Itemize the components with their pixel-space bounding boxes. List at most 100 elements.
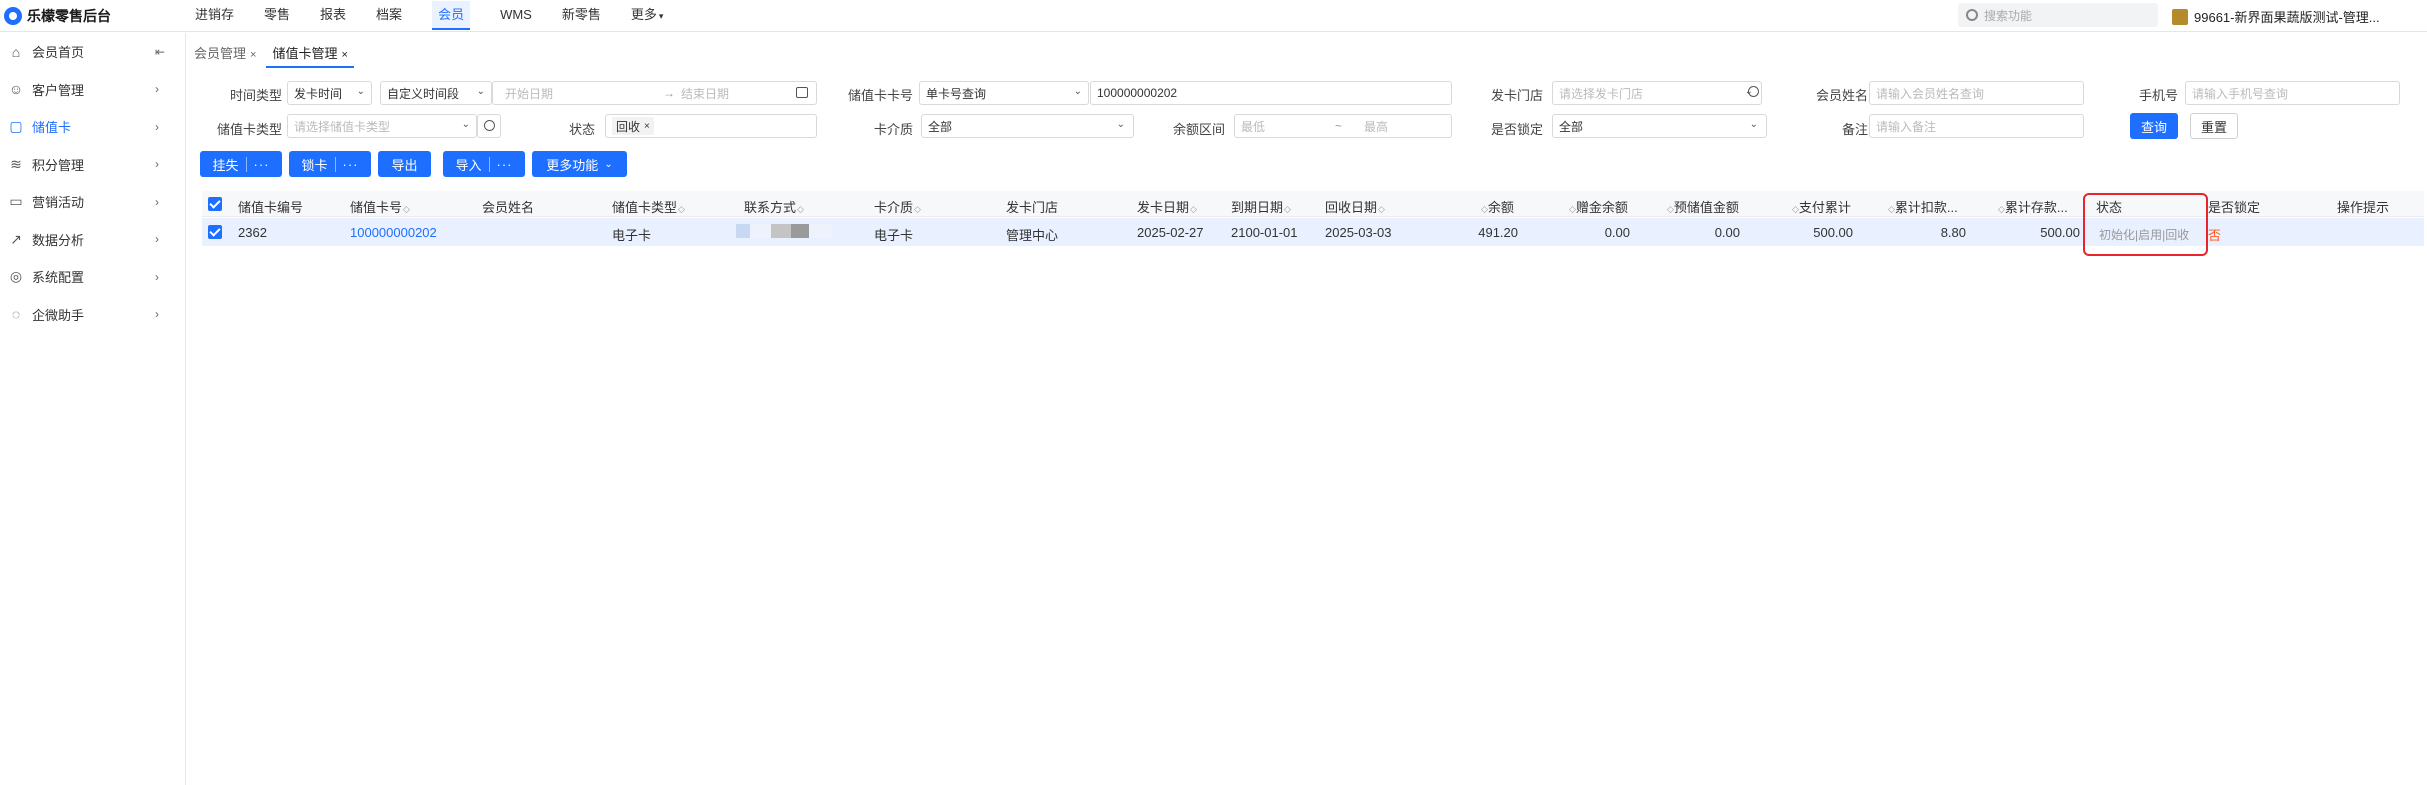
column-header[interactable]: ◇余额	[1480, 197, 1514, 216]
column-header[interactable]: 储值卡号◇	[350, 197, 410, 216]
report-loss-more-button[interactable]: ···	[245, 156, 270, 172]
query-button[interactable]: 查询	[2130, 113, 2178, 139]
lock-card-more-button[interactable]: ···	[334, 156, 359, 172]
card-type-search-button[interactable]	[477, 114, 501, 138]
medium-select[interactable]: 全部 ⌄	[921, 114, 1134, 138]
brand[interactable]: 乐檬零售后台	[4, 6, 111, 26]
sidebar-item-analytics[interactable]: ↗ 数据分析 ›	[0, 221, 185, 259]
nav-item-reports[interactable]: 报表	[305, 0, 361, 32]
member-name-label: 会员姓名	[1815, 88, 1868, 103]
nav-item-archive[interactable]: 档案	[361, 0, 417, 32]
status-select[interactable]: 回收 ×	[605, 114, 817, 138]
column-header[interactable]: 储值卡编号	[238, 197, 303, 216]
top-bar: 乐檬零售后台 进销存 零售 报表 档案 会员 WMS 新零售 更多 ▾ 搜索功能 …	[0, 0, 2427, 32]
tab-member-management[interactable]: 会员管理 ×	[188, 42, 262, 68]
column-header[interactable]: ◇累计扣款...	[1887, 197, 1958, 216]
sort-icon[interactable]: ◇	[1378, 204, 1385, 214]
nav-item-retail[interactable]: 零售	[249, 0, 305, 32]
tab-stored-value-card-management[interactable]: 储值卡管理 ×	[266, 42, 354, 68]
chevron-right-icon: ›	[155, 269, 159, 284]
column-header[interactable]: ◇预储值金额	[1666, 197, 1739, 216]
balance-range-input[interactable]: 最低 ~ 最高	[1234, 114, 1452, 138]
more-functions-button[interactable]: 更多功能 ⌄	[532, 151, 627, 177]
nav-item-member[interactable]: 会员	[417, 0, 485, 32]
column-header[interactable]: 操作提示	[2337, 197, 2389, 216]
sort-icon[interactable]: ◇	[914, 204, 921, 214]
column-header[interactable]: 发卡日期◇	[1137, 197, 1197, 216]
locked-cell: 否	[2208, 228, 2222, 243]
column-header[interactable]: 回收日期◇	[1325, 197, 1385, 216]
column-header[interactable]: 卡介质◇	[874, 197, 921, 216]
column-header[interactable]: 发卡门店	[1006, 197, 1058, 216]
user-info[interactable]: 99661-新界面果蔬版测试-管理...	[2172, 7, 2380, 26]
import-button[interactable]: 导入 ···	[443, 151, 525, 177]
column-header[interactable]: 会员姓名	[482, 197, 534, 216]
chevron-right-icon: ›	[155, 232, 159, 247]
sort-icon[interactable]: ◇	[1667, 204, 1674, 214]
phone-input[interactable]: 请输入手机号查询	[2185, 81, 2400, 105]
sort-icon[interactable]: ◇	[1998, 204, 2005, 214]
chart-icon: ↗	[10, 230, 22, 247]
sort-icon[interactable]: ◇	[403, 204, 410, 214]
column-header[interactable]: ◇支付累计	[1791, 197, 1851, 216]
nav-item-inventory[interactable]: 进销存	[180, 0, 249, 32]
lock-card-button[interactable]: 锁卡 ···	[289, 151, 371, 177]
import-more-button[interactable]: ···	[488, 156, 513, 172]
store-select[interactable]: 请选择发卡门店 ⌄	[1552, 81, 1762, 105]
calendar-icon	[796, 87, 808, 98]
close-icon[interactable]: ×	[644, 121, 650, 132]
remark-input[interactable]: 请输入备注	[1869, 114, 2084, 138]
report-loss-button[interactable]: 挂失 ···	[200, 151, 282, 177]
close-icon[interactable]: ×	[250, 49, 256, 61]
member-name-input[interactable]: 请输入会员姓名查询	[1869, 81, 2084, 105]
sidebar-item-system-config[interactable]: ◎ 系统配置 ›	[0, 258, 185, 296]
sidebar-item-stored-value-card[interactable]: ▢ 储值卡 ›	[0, 108, 185, 146]
sidebar-item-customers[interactable]: ☺ 客户管理 ›	[0, 71, 185, 109]
card-no-link[interactable]: 100000000202	[350, 225, 437, 240]
column-header[interactable]: 储值卡类型◇	[612, 197, 685, 216]
sort-icon[interactable]: ◇	[1888, 204, 1895, 214]
sort-icon[interactable]: ◇	[797, 204, 804, 214]
function-search-placeholder: 搜索功能	[1984, 8, 2033, 23]
card-no-input[interactable]: 100000000202	[1090, 81, 1452, 105]
time-range-select[interactable]: 自定义时间段 ⌄	[380, 81, 492, 105]
sort-icon[interactable]: ◇	[678, 204, 685, 214]
balance-cell: 491.20	[1478, 225, 1518, 240]
collapse-sidebar-icon[interactable]: ⇤	[155, 45, 165, 59]
column-header[interactable]: 到期日期◇	[1231, 197, 1291, 216]
close-icon[interactable]: ×	[341, 49, 347, 61]
card-type-select[interactable]: 请选择储值卡类型 ⌄	[287, 114, 477, 138]
sort-icon[interactable]: ◇	[1481, 204, 1488, 214]
row-checkbox[interactable]	[208, 225, 222, 239]
sort-icon[interactable]: ◇	[1284, 204, 1291, 214]
store-search-button[interactable]	[1742, 81, 1766, 105]
chevron-right-icon: ›	[155, 82, 159, 97]
chevron-down-icon: ⌄	[1749, 119, 1758, 130]
nav-item-wms[interactable]: WMS	[485, 0, 547, 32]
sidebar-item-marketing[interactable]: ▭ 营销活动 ›	[0, 183, 185, 221]
column-header[interactable]: 是否锁定	[2208, 197, 2260, 216]
column-header[interactable]: ◇赠金余额	[1568, 197, 1628, 216]
nav-item-more[interactable]: 更多 ▾	[616, 0, 679, 32]
sort-icon[interactable]: ◇	[1569, 204, 1576, 214]
card-type-cell: 电子卡	[612, 228, 652, 243]
time-type-select[interactable]: 发卡时间 ⌄	[287, 81, 372, 105]
reset-button[interactable]: 重置	[2190, 113, 2238, 139]
column-header[interactable]: ◇累计存款...	[1997, 197, 2068, 216]
export-button[interactable]: 导出	[378, 151, 431, 177]
column-header[interactable]: 联系方式◇	[744, 197, 804, 216]
nav-item-new-retail[interactable]: 新零售	[547, 0, 616, 32]
sidebar-item-wecom-assistant[interactable]: ◌ 企微助手 ›	[0, 296, 185, 334]
select-all-checkbox[interactable]	[208, 197, 222, 211]
date-range-picker[interactable]: 开始日期 → 结束日期	[492, 81, 817, 105]
sort-icon[interactable]: ◇	[1792, 204, 1799, 214]
locked-select[interactable]: 全部 ⌄	[1552, 114, 1767, 138]
sidebar-item-points[interactable]: ≋ 积分管理 ›	[0, 146, 185, 184]
card-no-mode-select[interactable]: 单卡号查询 ⌄	[919, 81, 1089, 105]
remark-label: 备注	[1841, 122, 1868, 137]
store-label: 发卡门店	[1490, 88, 1543, 103]
sidebar-item-member-home[interactable]: ⌂ 会员首页 ⇤	[0, 33, 185, 71]
sort-icon[interactable]: ◇	[1190, 204, 1197, 214]
function-search-input[interactable]: 搜索功能	[1958, 3, 2158, 27]
medium-label: 卡介质	[873, 122, 913, 137]
